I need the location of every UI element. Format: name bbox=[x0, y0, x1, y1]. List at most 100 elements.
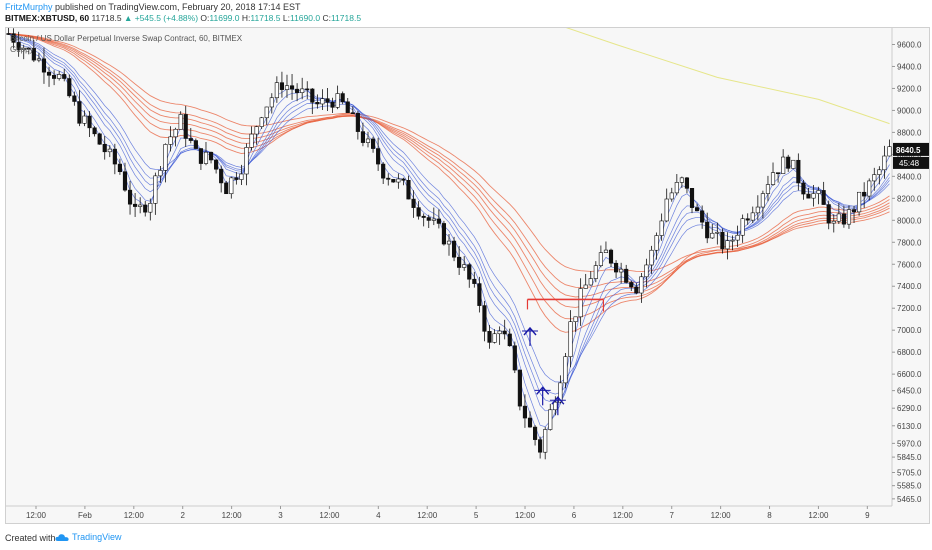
candle-body-up bbox=[755, 206, 760, 214]
published-text: published on TradingView.com, February 2… bbox=[55, 2, 301, 12]
candle-body-up bbox=[765, 184, 771, 194]
candle-body-up bbox=[857, 191, 862, 213]
candle-body-up bbox=[760, 193, 765, 208]
candle-body-down bbox=[538, 439, 543, 453]
candle-body-down bbox=[821, 190, 826, 205]
candle-body-down bbox=[801, 182, 806, 195]
open-value: 11699.0 bbox=[209, 13, 240, 23]
candle-body-down bbox=[87, 115, 92, 129]
candle-body-up bbox=[553, 401, 558, 411]
candle bbox=[97, 132, 102, 145]
candle-body-up bbox=[791, 159, 796, 169]
candle-body-down bbox=[421, 215, 426, 218]
candle-body-up bbox=[659, 220, 664, 236]
candle-body-down bbox=[370, 138, 376, 149]
last-value: 11718.5 bbox=[91, 13, 122, 23]
time-tick-label: 12:00 bbox=[124, 511, 145, 520]
symbol-label[interactable]: BITMEX:XBTUSD, 60 bbox=[5, 13, 89, 23]
candle-body-down bbox=[684, 177, 690, 189]
candle-body-up bbox=[284, 85, 290, 90]
candle-body-down bbox=[482, 305, 487, 332]
candle-body-down bbox=[451, 240, 457, 258]
ohlc-line: BITMEX:XBTUSD, 60 11718.5 ▲ +545.5 (+4.8… bbox=[5, 13, 361, 23]
candle-body-down bbox=[401, 178, 406, 181]
candle-body-up bbox=[365, 138, 371, 143]
candle-body-up bbox=[669, 192, 674, 200]
price-tick-label: 6290.0 bbox=[897, 404, 922, 413]
candle-body-up bbox=[82, 115, 87, 124]
candle-body-down bbox=[381, 163, 386, 179]
created-with-text: Created with bbox=[5, 533, 56, 543]
candle-body-down bbox=[117, 163, 122, 173]
candle-body-down bbox=[279, 82, 284, 90]
author-link[interactable]: FritzMurphy bbox=[5, 2, 53, 12]
candle-body-up bbox=[654, 235, 659, 251]
series-title[interactable]: Bitcoin / US Dollar Perpetual Inverse Sw… bbox=[10, 33, 242, 44]
candle-body-down bbox=[360, 131, 366, 143]
candle-body-down bbox=[796, 159, 801, 184]
candle-body-up bbox=[644, 264, 649, 278]
candle-body-up bbox=[730, 239, 735, 242]
time-tick-label: 12:00 bbox=[711, 511, 732, 520]
candle-body-up bbox=[816, 190, 821, 194]
candle-body-up bbox=[882, 155, 887, 171]
tradingview-brand[interactable]: TradingView bbox=[55, 532, 122, 542]
candle-body-up bbox=[335, 93, 340, 108]
candle-body-down bbox=[457, 256, 462, 268]
price-tick-label: 6600.0 bbox=[897, 370, 922, 379]
candle-body-down bbox=[310, 88, 315, 103]
indicator-label[interactable]: Guppy bbox=[10, 44, 242, 55]
candle-body-up bbox=[715, 231, 720, 234]
candle-body-up bbox=[239, 173, 244, 180]
candle-body-up bbox=[264, 106, 269, 119]
candle-body-down bbox=[386, 177, 391, 180]
candle-body-up bbox=[274, 82, 279, 99]
candle bbox=[857, 191, 862, 216]
candle bbox=[512, 341, 517, 374]
candle-body-down bbox=[208, 151, 214, 161]
candle-body-up bbox=[446, 240, 452, 245]
candle-body-down bbox=[52, 75, 57, 79]
time-tick-label: 5 bbox=[474, 511, 479, 520]
time-tick-label: 3 bbox=[278, 511, 283, 520]
time-tick-label: 12:00 bbox=[417, 511, 438, 520]
price-tick-label: 8000.0 bbox=[897, 216, 922, 225]
candle-body-down bbox=[441, 223, 447, 245]
candle-body-up bbox=[203, 151, 209, 164]
price-tick-label: 7400.0 bbox=[897, 282, 922, 291]
high-value: 11718.5 bbox=[250, 13, 281, 23]
time-tick-label: 12:00 bbox=[613, 511, 634, 520]
candle-body-down bbox=[350, 112, 355, 114]
candle-body-down bbox=[376, 148, 381, 165]
candle-body-down bbox=[472, 278, 477, 284]
candle-body-down bbox=[46, 71, 52, 76]
price-tick-label: 7000.0 bbox=[897, 326, 922, 335]
candle-body-up bbox=[148, 203, 153, 213]
candle-body-down bbox=[214, 159, 219, 170]
candle-body-down bbox=[608, 249, 614, 264]
candle-body-up bbox=[781, 156, 786, 174]
candle-body-up bbox=[598, 252, 603, 266]
time-tick-label: 4 bbox=[376, 511, 381, 520]
price-chart[interactable]: 9600.09400.09200.09000.08800.08600.08400… bbox=[6, 28, 929, 523]
candle-body-up bbox=[639, 276, 644, 294]
candle bbox=[441, 220, 447, 246]
candle-body-up bbox=[770, 172, 776, 185]
candle-body-up bbox=[583, 284, 588, 289]
candle-body-up bbox=[431, 218, 436, 221]
change-value: ▲ +545.5 (+4.88%) bbox=[123, 13, 199, 23]
candle-body-down bbox=[62, 74, 67, 79]
candle-body-down bbox=[507, 333, 512, 347]
price-tick-label: 6450.0 bbox=[897, 387, 922, 396]
price-tick-label: 5705.0 bbox=[897, 468, 922, 477]
candle-body-down bbox=[532, 426, 538, 440]
countdown-label: 45:48 bbox=[899, 159, 920, 168]
candle-body-down bbox=[416, 207, 421, 217]
chart-panel[interactable]: 9600.09400.09200.09000.08800.08600.08400… bbox=[5, 27, 930, 524]
candle-body-down bbox=[102, 143, 107, 153]
candle-body-down bbox=[517, 369, 522, 407]
low-label: L: bbox=[282, 13, 290, 23]
candle-body-down bbox=[295, 88, 300, 93]
candle-body-up bbox=[259, 117, 264, 127]
candle-body-down bbox=[133, 203, 138, 207]
